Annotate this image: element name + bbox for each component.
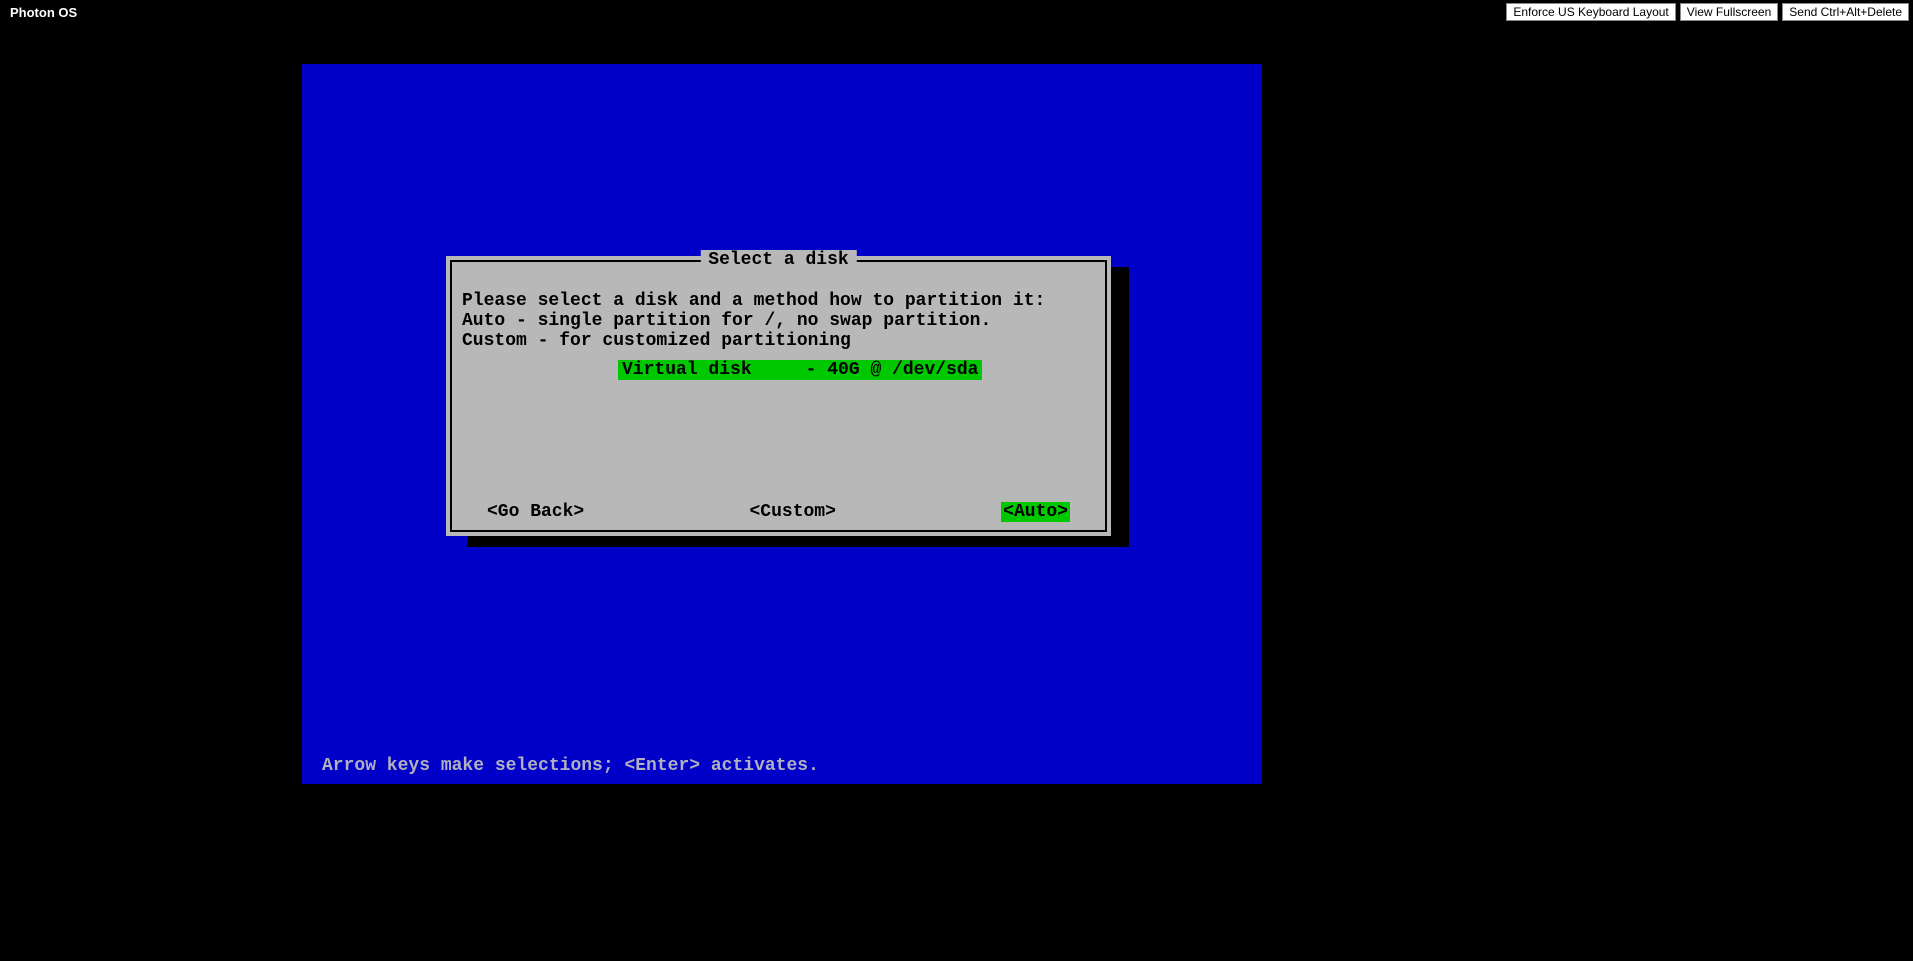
disk-entry-selected[interactable]: Virtual disk - 40G @ /dev/sda [618,360,982,380]
dialog-button-row: <Go Back> <Custom> <Auto> [452,502,1105,522]
footer-hint: Arrow keys make selections; <Enter> acti… [322,756,819,776]
auto-button[interactable]: <Auto> [1001,502,1070,522]
console-controls: Enforce US Keyboard Layout View Fullscre… [1506,3,1909,21]
dialog-content: Please select a disk and a method how to… [452,262,1105,361]
send-ctrl-alt-delete-button[interactable]: Send Ctrl+Alt+Delete [1782,3,1909,21]
custom-button[interactable]: <Custom> [749,502,835,522]
dialog-instruction-line2: Auto - single partition for /, no swap p… [462,312,1095,332]
dialog-title: Select a disk [700,250,856,270]
console-screen[interactable]: Select a disk Please select a disk and a… [302,64,1262,784]
dialog-inner: Select a disk Please select a disk and a… [450,260,1107,532]
console-header: Photon OS Enforce US Keyboard Layout Vie… [0,0,1913,24]
dialog-instruction-line3: Custom - for customized partitioning [462,332,1095,352]
view-fullscreen-button[interactable]: View Fullscreen [1680,3,1778,21]
select-disk-dialog: Select a disk Please select a disk and a… [446,256,1111,536]
vm-title: Photon OS [4,5,77,20]
enforce-keyboard-button[interactable]: Enforce US Keyboard Layout [1506,3,1675,21]
dialog-instruction-line1: Please select a disk and a method how to… [462,292,1095,312]
go-back-button[interactable]: <Go Back> [487,502,584,522]
